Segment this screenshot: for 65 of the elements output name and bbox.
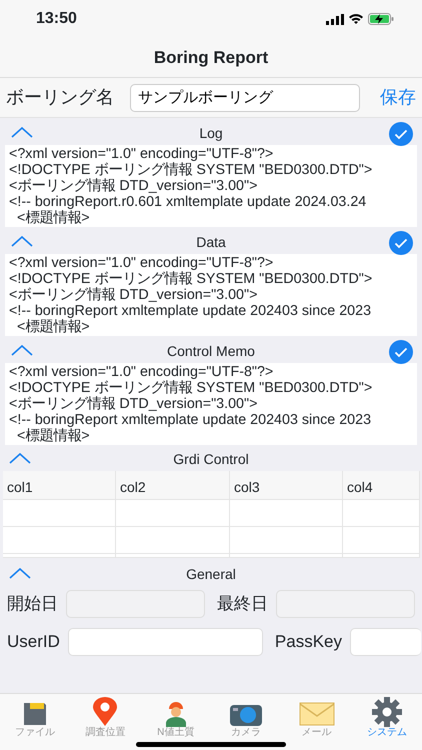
section-title: Data bbox=[196, 232, 226, 252]
column-header: col4 bbox=[343, 471, 420, 500]
xml-text-line: <!-- boringReport.r0.601 xmltemplate update 2024.03.24 bbox=[9, 194, 368, 210]
grid-cell[interactable] bbox=[230, 500, 343, 527]
gear-icon bbox=[372, 698, 402, 727]
xml-text-line: <!-- boringReport xmltemplate update 202403 since 2023 bbox=[9, 412, 372, 428]
tab-item[interactable]: メール bbox=[282, 698, 352, 739]
xml-text-line: <ボーリング情報 DTD_version="3.00"> bbox=[9, 396, 258, 412]
column-header: col1 bbox=[3, 471, 116, 500]
checkmark-icon[interactable] bbox=[389, 340, 413, 364]
xml-text-line: <?xml version="1.0" encoding="UTF-8"?> bbox=[9, 146, 274, 162]
checkmark-icon[interactable] bbox=[389, 122, 413, 146]
xml-text-line: <!-- boringReport xmltemplate update 202403 since 2023 bbox=[9, 303, 372, 319]
status-time: 13:50 bbox=[36, 9, 77, 29]
xml-text-line: <!DOCTYPE ボーリング情報 SYSTEM "BED0300.DTD"> bbox=[9, 271, 374, 287]
section-title: Control Memo bbox=[167, 342, 255, 360]
nav-title: Boring Report bbox=[154, 46, 268, 69]
xml-text-line: <?xml version="1.0" encoding="UTF-8"?> bbox=[9, 255, 274, 271]
xml-text-line: <!DOCTYPE ボーリング情報 SYSTEM "BED0300.DTD"> bbox=[9, 380, 374, 396]
field-label: UserID bbox=[7, 631, 60, 654]
field-label: 開始日 bbox=[7, 593, 58, 616]
tab-item[interactable]: システム bbox=[352, 698, 422, 739]
signal-icon bbox=[326, 14, 344, 24]
collapse-chevron-icon[interactable] bbox=[11, 235, 33, 247]
column-header: col2 bbox=[116, 471, 230, 500]
section-header[interactable]: Data bbox=[5, 230, 417, 254]
collapse-chevron-icon[interactable] bbox=[9, 567, 31, 579]
section-header[interactable]: Log bbox=[5, 121, 417, 145]
tab-item[interactable]: 調査位置 bbox=[70, 698, 140, 739]
section-header[interactable]: Control Memo bbox=[5, 339, 417, 363]
xml-text-line: <ボーリング情報 DTD_version="3.00"> bbox=[9, 178, 258, 194]
grid-cell[interactable] bbox=[343, 527, 420, 554]
collapse-chevron-icon[interactable] bbox=[11, 126, 33, 138]
xml-text-line: <ボーリング情報 DTD_version="3.00"> bbox=[9, 287, 258, 303]
pin-icon bbox=[92, 698, 118, 727]
input-field[interactable] bbox=[68, 628, 263, 656]
tab-item[interactable]: カメラ bbox=[211, 698, 282, 739]
save-button[interactable]: 保存 bbox=[380, 84, 416, 111]
grid-cell[interactable] bbox=[230, 527, 343, 554]
xml-text-line: <標題情報> bbox=[16, 428, 91, 444]
battery-charging-icon bbox=[368, 13, 394, 25]
collapse-chevron-icon[interactable] bbox=[9, 452, 31, 464]
grid-cell[interactable] bbox=[343, 500, 420, 527]
section-title: Grdi Control bbox=[173, 450, 249, 468]
xml-text-line: <標題情報> bbox=[16, 210, 91, 226]
column-header: col3 bbox=[230, 471, 343, 500]
field-label: PassKey bbox=[274, 631, 342, 654]
grid-cell[interactable] bbox=[116, 527, 230, 554]
grid-cell[interactable] bbox=[116, 500, 230, 527]
xml-text-line: <!DOCTYPE ボーリング情報 SYSTEM "BED0300.DTD"> bbox=[9, 162, 374, 178]
collapse-chevron-icon[interactable] bbox=[11, 344, 33, 356]
section-title: Log bbox=[199, 124, 223, 143]
checkmark-icon[interactable] bbox=[389, 231, 413, 255]
field-label: 最終日 bbox=[217, 593, 268, 616]
xml-text-line: <?xml version="1.0" encoding="UTF-8"?> bbox=[9, 364, 274, 380]
boring-name-field[interactable]: サンプルボーリング bbox=[130, 84, 360, 112]
grid-cell[interactable] bbox=[3, 500, 116, 527]
tab-item[interactable]: N値土質 bbox=[140, 698, 211, 739]
tab-item[interactable]: ファイル bbox=[0, 698, 70, 739]
boring-name-label: ボーリング名 bbox=[6, 86, 114, 109]
grid-cell[interactable] bbox=[3, 527, 116, 554]
section-title: General bbox=[186, 564, 236, 584]
input-field[interactable] bbox=[350, 628, 421, 656]
xml-text-line: <標題情報> bbox=[16, 319, 91, 335]
wifi-icon bbox=[348, 13, 364, 25]
